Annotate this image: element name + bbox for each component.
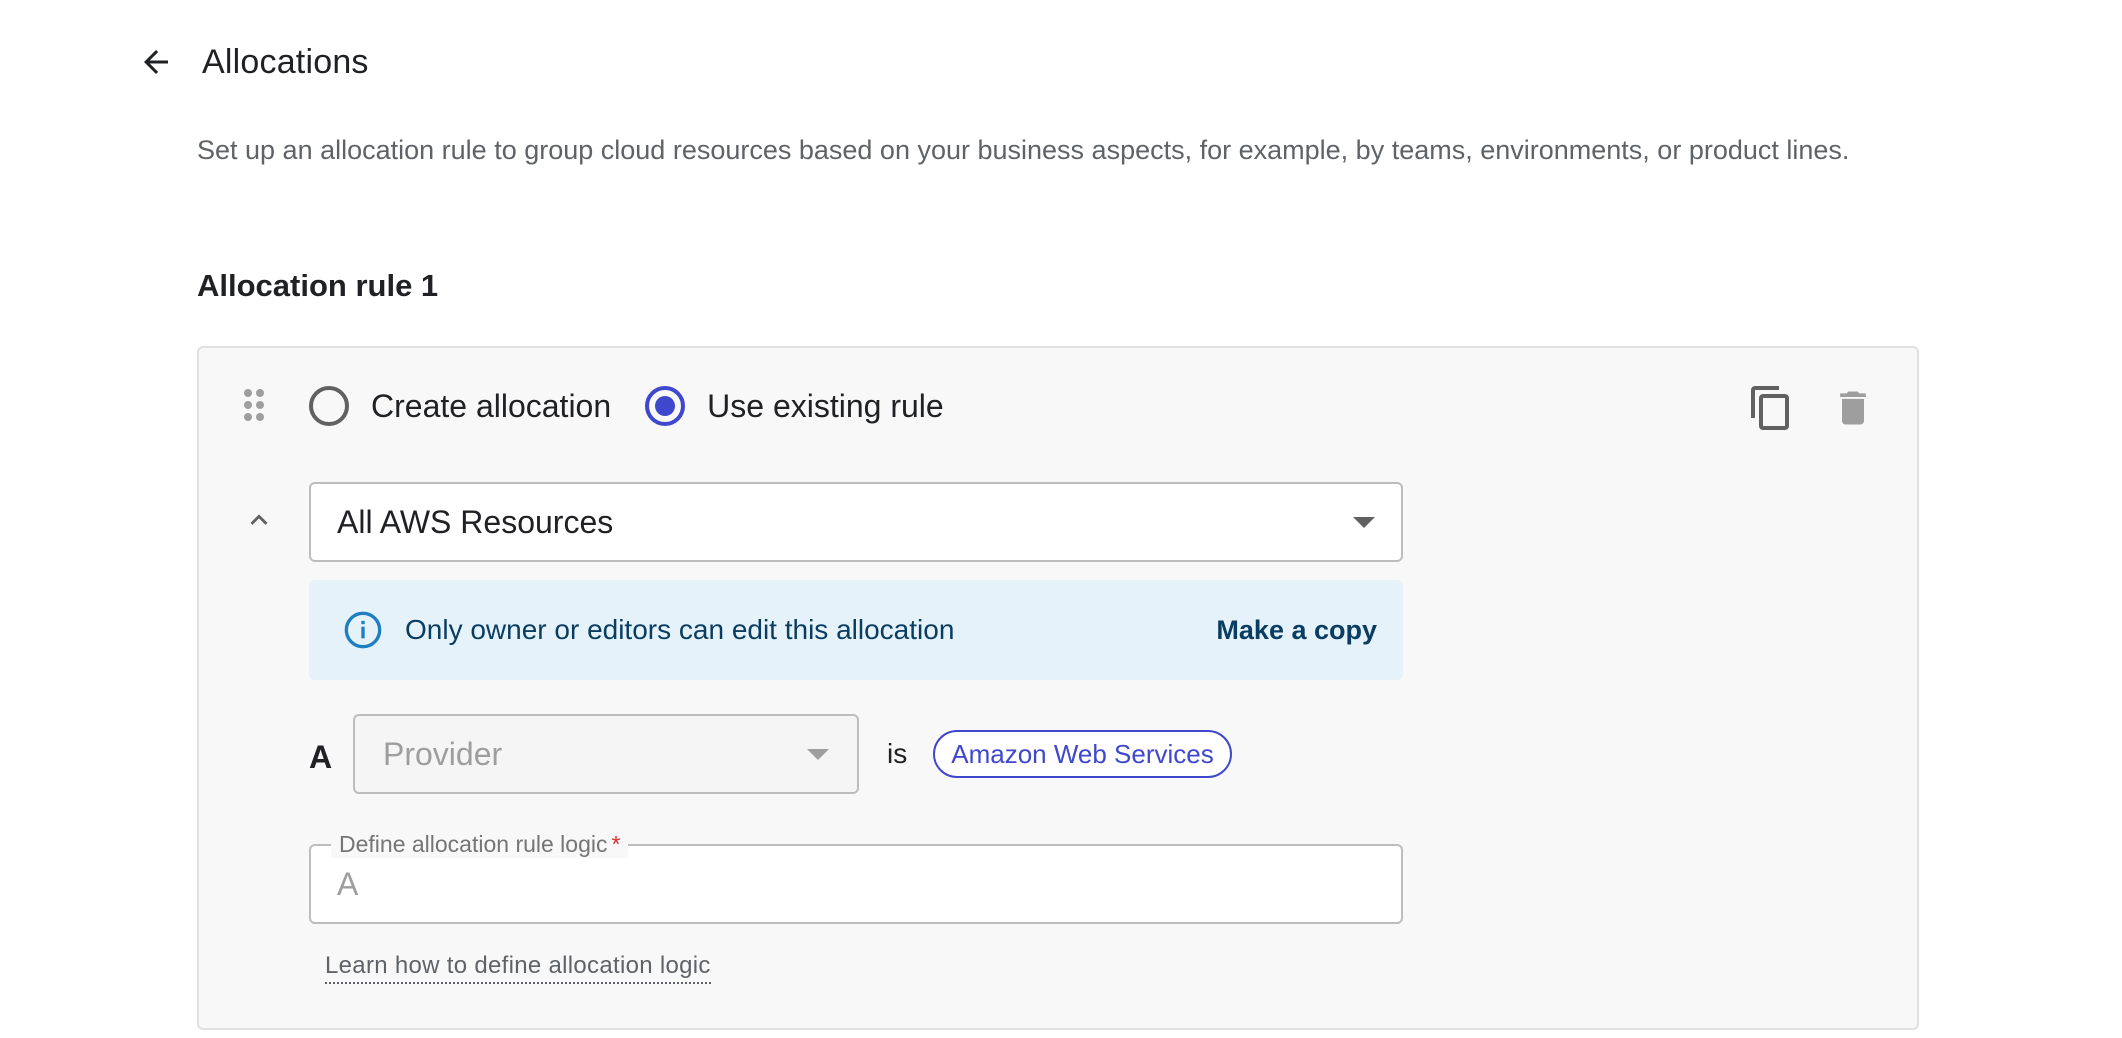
page-description: Set up an allocation rule to group cloud… bbox=[197, 135, 1850, 165]
condition-row: A Provider is Amazon Web Services bbox=[309, 714, 1232, 794]
condition-letter: A bbox=[309, 738, 333, 775]
caret-down-icon bbox=[1353, 516, 1375, 528]
allocation-logic-input[interactable] bbox=[337, 864, 1367, 904]
delete-rule-button[interactable] bbox=[1827, 382, 1879, 434]
condition-operator: is bbox=[887, 738, 908, 769]
rule-title: Allocation rule 1 bbox=[197, 268, 439, 303]
collapse-rule-button[interactable] bbox=[237, 498, 281, 542]
condition-value-chip: Amazon Web Services bbox=[933, 730, 1232, 778]
rule-mode-radio-group: Create allocation Use existing rule bbox=[309, 384, 978, 428]
arrow-back-icon bbox=[144, 50, 168, 74]
page-header: Allocations bbox=[134, 40, 369, 84]
radio-button-checked[interactable] bbox=[645, 386, 686, 426]
make-copy-button[interactable]: Make a copy bbox=[1216, 615, 1377, 646]
radio-button-unchecked[interactable] bbox=[309, 386, 349, 426]
radio-create-allocation[interactable]: Create allocation bbox=[309, 386, 611, 426]
radio-use-existing-rule[interactable]: Use existing rule bbox=[645, 386, 944, 426]
allocations-page: Allocations Set up an allocation rule to… bbox=[0, 0, 2122, 1038]
allocation-rule-card: Create allocation Use existing rule All … bbox=[197, 346, 1919, 1030]
page-title: Allocations bbox=[202, 42, 369, 81]
radio-label: Use existing rule bbox=[707, 387, 944, 424]
allocation-logic-field: Define allocation rule logic * bbox=[309, 830, 1403, 924]
provider-select: Provider bbox=[353, 714, 859, 794]
existing-rule-value: All AWS Resources bbox=[337, 503, 614, 540]
delete-icon bbox=[1840, 391, 1866, 425]
copy-icon bbox=[1751, 386, 1789, 430]
info-banner-text: Only owner or editors can edit this allo… bbox=[405, 614, 955, 645]
info-icon bbox=[344, 611, 382, 649]
existing-rule-select[interactable]: All AWS Resources bbox=[309, 482, 1403, 562]
back-button[interactable] bbox=[134, 40, 178, 84]
copy-rule-button[interactable] bbox=[1745, 382, 1797, 434]
info-banner: Only owner or editors can edit this allo… bbox=[309, 580, 1403, 680]
learn-allocation-logic-link[interactable]: Learn how to define allocation logic bbox=[325, 952, 711, 984]
drag-handle-icon[interactable] bbox=[243, 388, 265, 422]
rule-actions bbox=[1715, 382, 1879, 434]
provider-select-placeholder: Provider bbox=[383, 735, 503, 772]
chevron-up-icon bbox=[250, 514, 268, 525]
caret-down-icon bbox=[807, 748, 829, 760]
radio-label: Create allocation bbox=[371, 387, 612, 424]
logic-field-label: Define allocation rule logic * bbox=[331, 830, 629, 858]
